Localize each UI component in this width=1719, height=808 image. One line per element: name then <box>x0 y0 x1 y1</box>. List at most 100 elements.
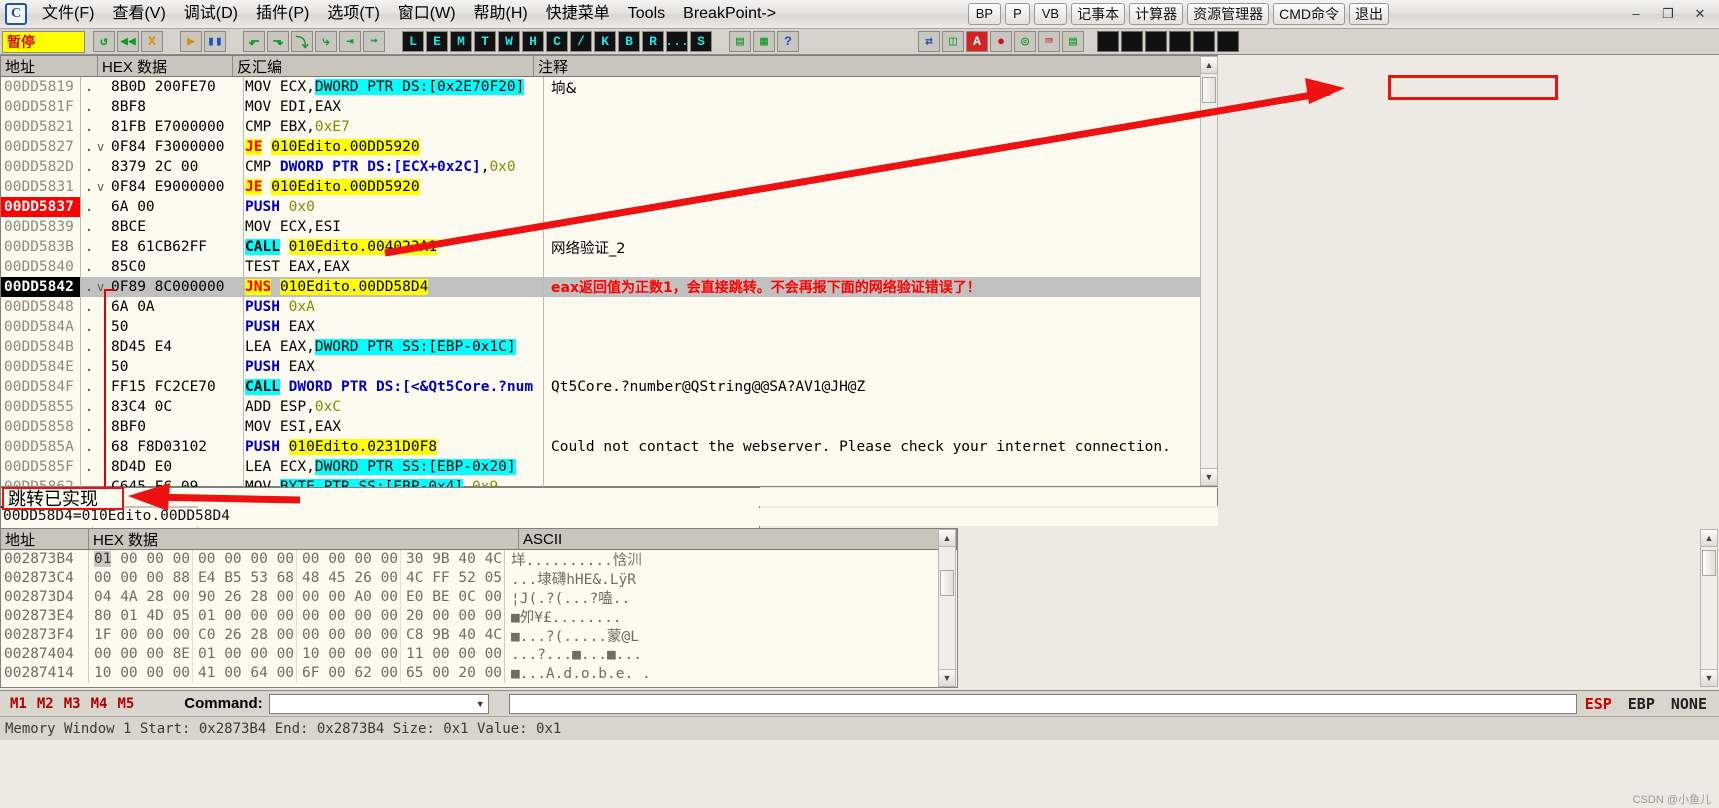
dump-address[interactable]: 002873B4 <box>1 550 89 569</box>
dump-hex-group[interactable]: 01 00 00 00 <box>193 607 297 626</box>
dump-hex-group[interactable]: 00 00 00 8E <box>89 645 193 664</box>
minimize-button[interactable]: – <box>1621 3 1651 24</box>
row-hex[interactable]: 50 <box>111 317 244 337</box>
quick-p[interactable]: P <box>1005 3 1030 25</box>
row-address[interactable]: 00DD582D <box>1 157 81 177</box>
disassembly-row[interactable]: 00DD5821. 81FB E7000000 CMP EBX,0xE7 <box>1 117 1217 137</box>
quick-bp[interactable]: BP <box>967 3 1002 25</box>
dump-address[interactable]: 002873E4 <box>1 607 89 626</box>
dump-hex-group[interactable]: 6F 00 62 00 <box>297 664 401 683</box>
color-swatch-3[interactable] <box>1145 31 1167 52</box>
row-disassembly[interactable]: LEA ECX,DWORD PTR SS:[EBP-0x20] <box>244 457 544 477</box>
row-comment[interactable]: Could not contact the webserver. Please … <box>544 439 1217 455</box>
disassembly-row[interactable]: 00DD5837. 6A 00 PUSH 0x0 <box>1 197 1217 217</box>
ebp-button[interactable]: EBP <box>1628 695 1655 713</box>
dump-hex-group[interactable]: 04 4A 28 00 <box>89 588 193 607</box>
dump-col-ascii[interactable]: ASCII <box>519 529 957 549</box>
dump-row[interactable]: 002873B4 01 00 00 00 00 00 00 00 00 00 00 0… <box>1 550 957 569</box>
menu-window[interactable]: 窗口(W) <box>389 2 465 26</box>
dump-row[interactable]: 002873D4 04 4A 28 00 90 26 28 00 00 00 A0 0… <box>1 588 957 607</box>
window-button-l[interactable]: L <box>402 31 424 52</box>
grid-icon[interactable]: ▦ <box>753 31 775 52</box>
row-disassembly[interactable]: JNS 010Edito.00DD58D4 <box>244 277 544 297</box>
row-hex[interactable]: 50 <box>111 357 244 377</box>
color-swatch-4[interactable] <box>1169 31 1191 52</box>
row-hex[interactable]: C645 FC 09 <box>111 477 244 487</box>
row-address[interactable]: 00DD584F <box>1 377 81 397</box>
dump-address[interactable]: 002873D4 <box>1 588 89 607</box>
row-disassembly[interactable]: CMP DWORD PTR DS:[ECX+0x2C],0x0 <box>244 157 544 177</box>
row-hex[interactable]: 68 F8D03102 <box>111 437 244 457</box>
row-hex[interactable]: 6A 0A <box>111 297 244 317</box>
row-hex[interactable]: 8BF0 <box>111 417 244 437</box>
row-disassembly[interactable]: PUSH EAX <box>244 317 544 337</box>
row-disassembly[interactable]: MOV ESI,EAX <box>244 417 544 437</box>
window-button-x[interactable]: / <box>570 31 592 52</box>
disassembly-row[interactable]: 00DD5831. v 0F84 E9000000 JE 010Edito.00DD5… <box>1 177 1217 197</box>
dump-ascii[interactable]: ...?...■...■... <box>505 647 642 663</box>
row-disassembly[interactable]: MOV ECX,DWORD PTR DS:[0x2E70F20] <box>244 77 544 97</box>
disassembly-row[interactable]: 00DD5858. 8BF0 MOV ESI,EAX <box>1 417 1217 437</box>
dump-hex-group[interactable]: 11 00 00 00 <box>401 645 505 664</box>
command-input[interactable] <box>508 693 1577 714</box>
dump-hex-group[interactable]: 1F 00 00 00 <box>89 626 193 645</box>
row-hex[interactable]: 8B0D 200FE70 <box>111 77 244 97</box>
menu-help[interactable]: 帮助(H) <box>465 2 537 26</box>
row-address[interactable]: 00DD581F <box>1 97 81 117</box>
row-hex[interactable]: 8D45 E4 <box>111 337 244 357</box>
chevron-down-icon[interactable]: ▼ <box>476 699 485 709</box>
row-hex[interactable]: 81FB E7000000 <box>111 117 244 137</box>
menu-breakpoint[interactable]: BreakPoint-> <box>674 2 785 26</box>
window-button-w[interactable]: W <box>498 31 520 52</box>
stack-scroll-thumb[interactable] <box>1702 550 1716 576</box>
dump-scroll-down-icon[interactable]: ▼ <box>939 669 955 686</box>
row-disassembly[interactable]: PUSH EAX <box>244 357 544 377</box>
row-disassembly[interactable]: CALL DWORD PTR DS:[<&Qt5Core.?num <box>244 377 544 397</box>
dump-row[interactable]: 002873C4 00 00 00 88 E4 B5 53 68 48 45 26 0… <box>1 569 957 588</box>
memory-button-m1[interactable]: M1 <box>10 696 27 712</box>
row-hex[interactable]: 6A 00 <box>111 197 244 217</box>
color-swatch-1[interactable] <box>1097 31 1119 52</box>
row-disassembly[interactable]: PUSH 0xA <box>244 297 544 317</box>
row-address[interactable]: 00DD585F <box>1 457 81 477</box>
color-swatch-2[interactable] <box>1121 31 1143 52</box>
menu-plugins[interactable]: 插件(P) <box>247 2 318 26</box>
record-icon[interactable]: ● <box>990 31 1012 52</box>
row-address[interactable]: 00DD584E <box>1 357 81 377</box>
disassembly-row[interactable]: 00DD5848. 6A 0A PUSH 0xA <box>1 297 1217 317</box>
options-icon[interactable]: ▤ <box>729 31 751 52</box>
row-disassembly[interactable]: PUSH 010Edito.0231D0F8 <box>244 437 544 457</box>
disassembly-scrollbar[interactable]: ▲ ▼ <box>1200 56 1218 486</box>
disassembly-row[interactable]: 00DD585A. 68 F8D03102 PUSH 010Edito.0231D0… <box>1 437 1217 457</box>
dump-hex-group[interactable]: 65 00 20 00 <box>401 664 505 683</box>
disassembly-row[interactable]: 00DD5819. 8B0D 200FE70 MOV ECX,DWORD PTR D… <box>1 77 1217 97</box>
row-address[interactable]: 00DD5858 <box>1 417 81 437</box>
quick-notepad[interactable]: 记事本 <box>1071 3 1126 25</box>
row-disassembly[interactable]: CMP EBX,0xE7 <box>244 117 544 137</box>
dump-hex-group[interactable]: 01 00 00 00 <box>89 550 193 569</box>
dump-row[interactable]: 00287404 00 00 00 8E 01 00 00 00 10 00 00 0… <box>1 645 957 664</box>
row-address[interactable]: 00DD5840 <box>1 257 81 277</box>
scroll-up-icon[interactable]: ▲ <box>1201 57 1217 74</box>
calc-icon[interactable]: ▤ <box>1062 31 1084 52</box>
disassembly-row[interactable]: 00DD5839. 8BCE MOV ECX,ESI <box>1 217 1217 237</box>
dump-scroll-thumb[interactable] <box>940 570 954 596</box>
row-disassembly[interactable]: PUSH 0x0 <box>244 197 544 217</box>
row-hex[interactable]: 85C0 <box>111 257 244 277</box>
dump-row[interactable]: 002873E4 80 01 4D 05 01 00 00 00 00 00 00 0… <box>1 607 957 626</box>
quick-calculator[interactable]: 计算器 <box>1129 3 1184 25</box>
memory-button-m2[interactable]: M2 <box>37 696 54 712</box>
disassembly-row[interactable]: 00DD5855. 83C4 0C ADD ESP,0xC <box>1 397 1217 417</box>
alert-icon[interactable]: A <box>966 31 988 52</box>
dump-hex-group[interactable]: 00 00 00 88 <box>89 569 193 588</box>
row-hex[interactable]: E8 61CB62FF <box>111 237 244 257</box>
row-address[interactable]: 00DD5831 <box>1 177 81 197</box>
row-hex[interactable]: 0F89 8C000000 <box>111 277 244 297</box>
row-disassembly[interactable]: JE 010Edito.00DD5920 <box>244 177 544 197</box>
row-comment[interactable]: 网络验证_2 <box>544 237 1217 258</box>
row-address[interactable]: 00DD5827 <box>1 137 81 157</box>
window-icon[interactable]: ◫ <box>942 31 964 52</box>
row-disassembly[interactable]: MOV ECX,ESI <box>244 217 544 237</box>
menu-view[interactable]: 查看(V) <box>103 2 174 26</box>
dump-row[interactable]: 00287414 10 00 00 00 41 00 64 00 6F 00 62 0… <box>1 664 957 683</box>
